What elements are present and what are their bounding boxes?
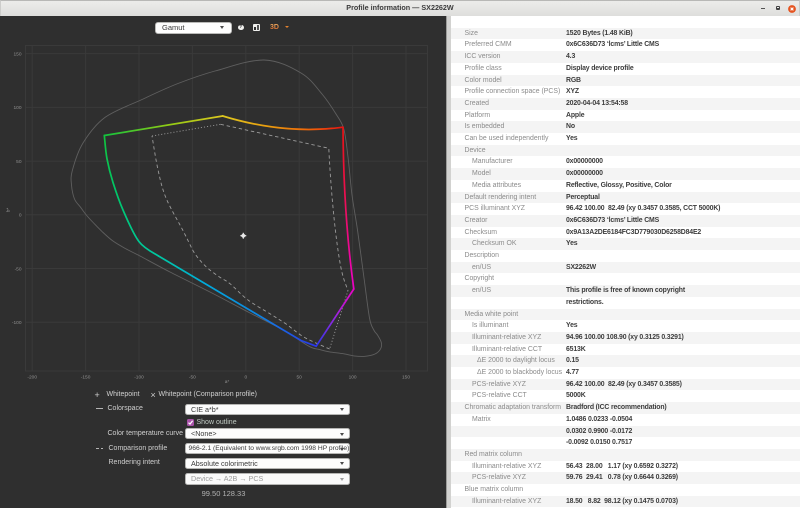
svg-text:-50: -50 xyxy=(15,266,22,272)
svg-text:100: 100 xyxy=(349,375,357,381)
svg-text:150: 150 xyxy=(13,51,21,57)
svg-text:50: 50 xyxy=(16,159,22,165)
svg-text:0: 0 xyxy=(244,375,247,381)
svg-text:b*: b* xyxy=(6,208,12,213)
svg-text:-200: -200 xyxy=(27,375,37,381)
svg-text:0: 0 xyxy=(19,213,22,219)
svg-text:-50: -50 xyxy=(189,375,196,381)
svg-text:-100: -100 xyxy=(12,320,22,326)
svg-text:100: 100 xyxy=(13,105,21,111)
svg-text:-150: -150 xyxy=(81,375,91,381)
svg-text:-100: -100 xyxy=(134,375,144,381)
svg-text:50: 50 xyxy=(297,375,303,381)
svg-text:a*: a* xyxy=(225,379,230,385)
svg-text:150: 150 xyxy=(402,375,410,381)
